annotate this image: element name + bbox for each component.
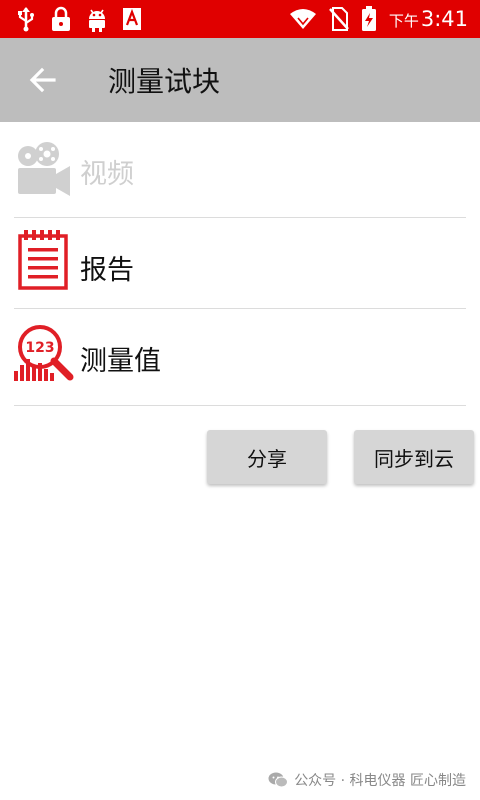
no-sim-icon bbox=[328, 7, 349, 31]
menu-item-label: 视频 bbox=[80, 159, 134, 190]
status-clock: 下午 3:41 bbox=[389, 7, 468, 31]
share-button[interactable]: 分享 bbox=[207, 430, 327, 484]
menu-item-label: 测量值 bbox=[80, 346, 161, 377]
wechat-icon bbox=[268, 772, 289, 788]
menu-list: 视频 报告 123 测量值 bbox=[14, 122, 466, 406]
android-icon bbox=[89, 9, 105, 32]
video-camera-icon bbox=[18, 142, 70, 196]
page-title: 测量试块 bbox=[108, 65, 221, 98]
back-button[interactable] bbox=[24, 60, 64, 100]
watermark-text: 公众号 · 科电仪器 匠心制造 bbox=[294, 773, 466, 789]
watermark: 公众号 · 科电仪器 匠心制造 bbox=[268, 770, 466, 790]
app-bar: 测量试块 bbox=[0, 38, 480, 122]
measurement-value-icon: 123 bbox=[14, 325, 74, 381]
report-notepad-icon bbox=[18, 230, 68, 290]
text-a-icon bbox=[123, 8, 141, 30]
arrow-left-icon bbox=[29, 67, 56, 93]
svg-text:123: 123 bbox=[25, 340, 54, 356]
status-icons-left bbox=[16, 6, 142, 32]
battery-charging-icon bbox=[361, 6, 376, 31]
menu-item-measurement[interactable]: 123 测量值 bbox=[14, 309, 466, 406]
status-bar: 下午 3:41 bbox=[0, 0, 480, 38]
usb-icon bbox=[18, 7, 34, 32]
sync-to-cloud-button[interactable]: 同步到云 bbox=[354, 430, 474, 484]
menu-item-video[interactable]: 视频 bbox=[14, 122, 466, 218]
wifi-icon bbox=[289, 9, 316, 29]
status-ampm: 下午 bbox=[388, 12, 419, 30]
status-icons-right: 下午 3:41 bbox=[289, 6, 468, 32]
lock-icon bbox=[52, 6, 70, 31]
menu-item-report[interactable]: 报告 bbox=[14, 218, 466, 309]
menu-item-label: 报告 bbox=[80, 255, 134, 286]
status-time: 3:41 bbox=[420, 7, 468, 31]
